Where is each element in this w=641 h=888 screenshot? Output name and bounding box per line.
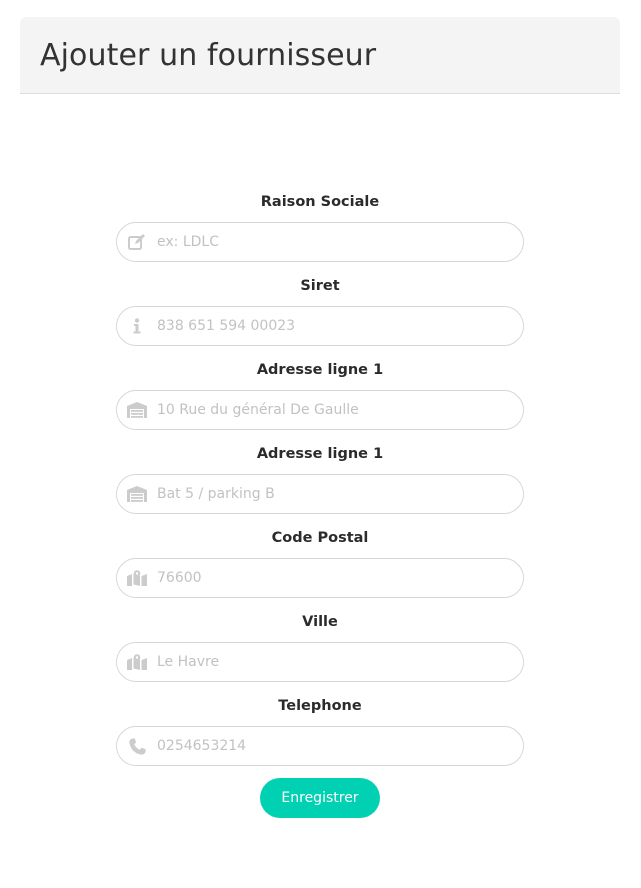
input-wrap-siret xyxy=(116,306,524,346)
ville-input[interactable] xyxy=(157,651,509,673)
telephone-input[interactable] xyxy=(157,735,509,757)
submit-row: Enregistrer xyxy=(116,778,524,818)
field-code-postal: Code Postal xyxy=(116,528,524,612)
label-ville: Ville xyxy=(302,614,338,630)
label-adresse-1: Adresse ligne 1 xyxy=(256,362,384,378)
adresse-ligne-1-input[interactable] xyxy=(157,399,509,421)
page-title: Ajouter un fournisseur xyxy=(40,38,377,73)
info-icon xyxy=(127,317,147,335)
label-code-postal: Code Postal xyxy=(271,530,369,546)
input-wrap-adresse-2 xyxy=(116,474,524,514)
field-adresse-1: Adresse ligne 1 xyxy=(116,360,524,444)
label-adresse-2: Adresse ligne 1 xyxy=(256,446,384,462)
save-button[interactable]: Enregistrer xyxy=(260,778,380,818)
field-adresse-2: Adresse ligne 1 xyxy=(116,444,524,528)
label-telephone: Telephone xyxy=(278,698,362,714)
supplier-form: Raison Sociale Siret xyxy=(116,192,524,818)
input-wrap-telephone xyxy=(116,726,524,766)
input-wrap-raison-sociale xyxy=(116,222,524,262)
field-siret: Siret xyxy=(116,276,524,360)
warehouse-icon xyxy=(127,485,147,503)
raison-sociale-input[interactable] xyxy=(157,231,509,253)
label-raison-sociale: Raison Sociale xyxy=(260,194,380,210)
siret-input[interactable] xyxy=(157,315,509,337)
code-postal-input[interactable] xyxy=(157,567,509,589)
map-icon xyxy=(127,653,147,671)
card-header: Ajouter un fournisseur xyxy=(20,17,620,94)
input-wrap-ville xyxy=(116,642,524,682)
phone-icon xyxy=(127,737,147,755)
edit-icon xyxy=(127,233,147,251)
input-wrap-code-postal xyxy=(116,558,524,598)
map-icon xyxy=(127,569,147,587)
adresse-ligne-2-input[interactable] xyxy=(157,483,509,505)
field-telephone: Telephone xyxy=(116,696,524,780)
input-wrap-adresse-1 xyxy=(116,390,524,430)
supplier-card: Ajouter un fournisseur Raison Sociale Si… xyxy=(0,0,641,888)
field-raison-sociale: Raison Sociale xyxy=(116,192,524,276)
warehouse-icon xyxy=(127,401,147,419)
field-ville: Ville xyxy=(116,612,524,696)
label-siret: Siret xyxy=(300,278,340,294)
